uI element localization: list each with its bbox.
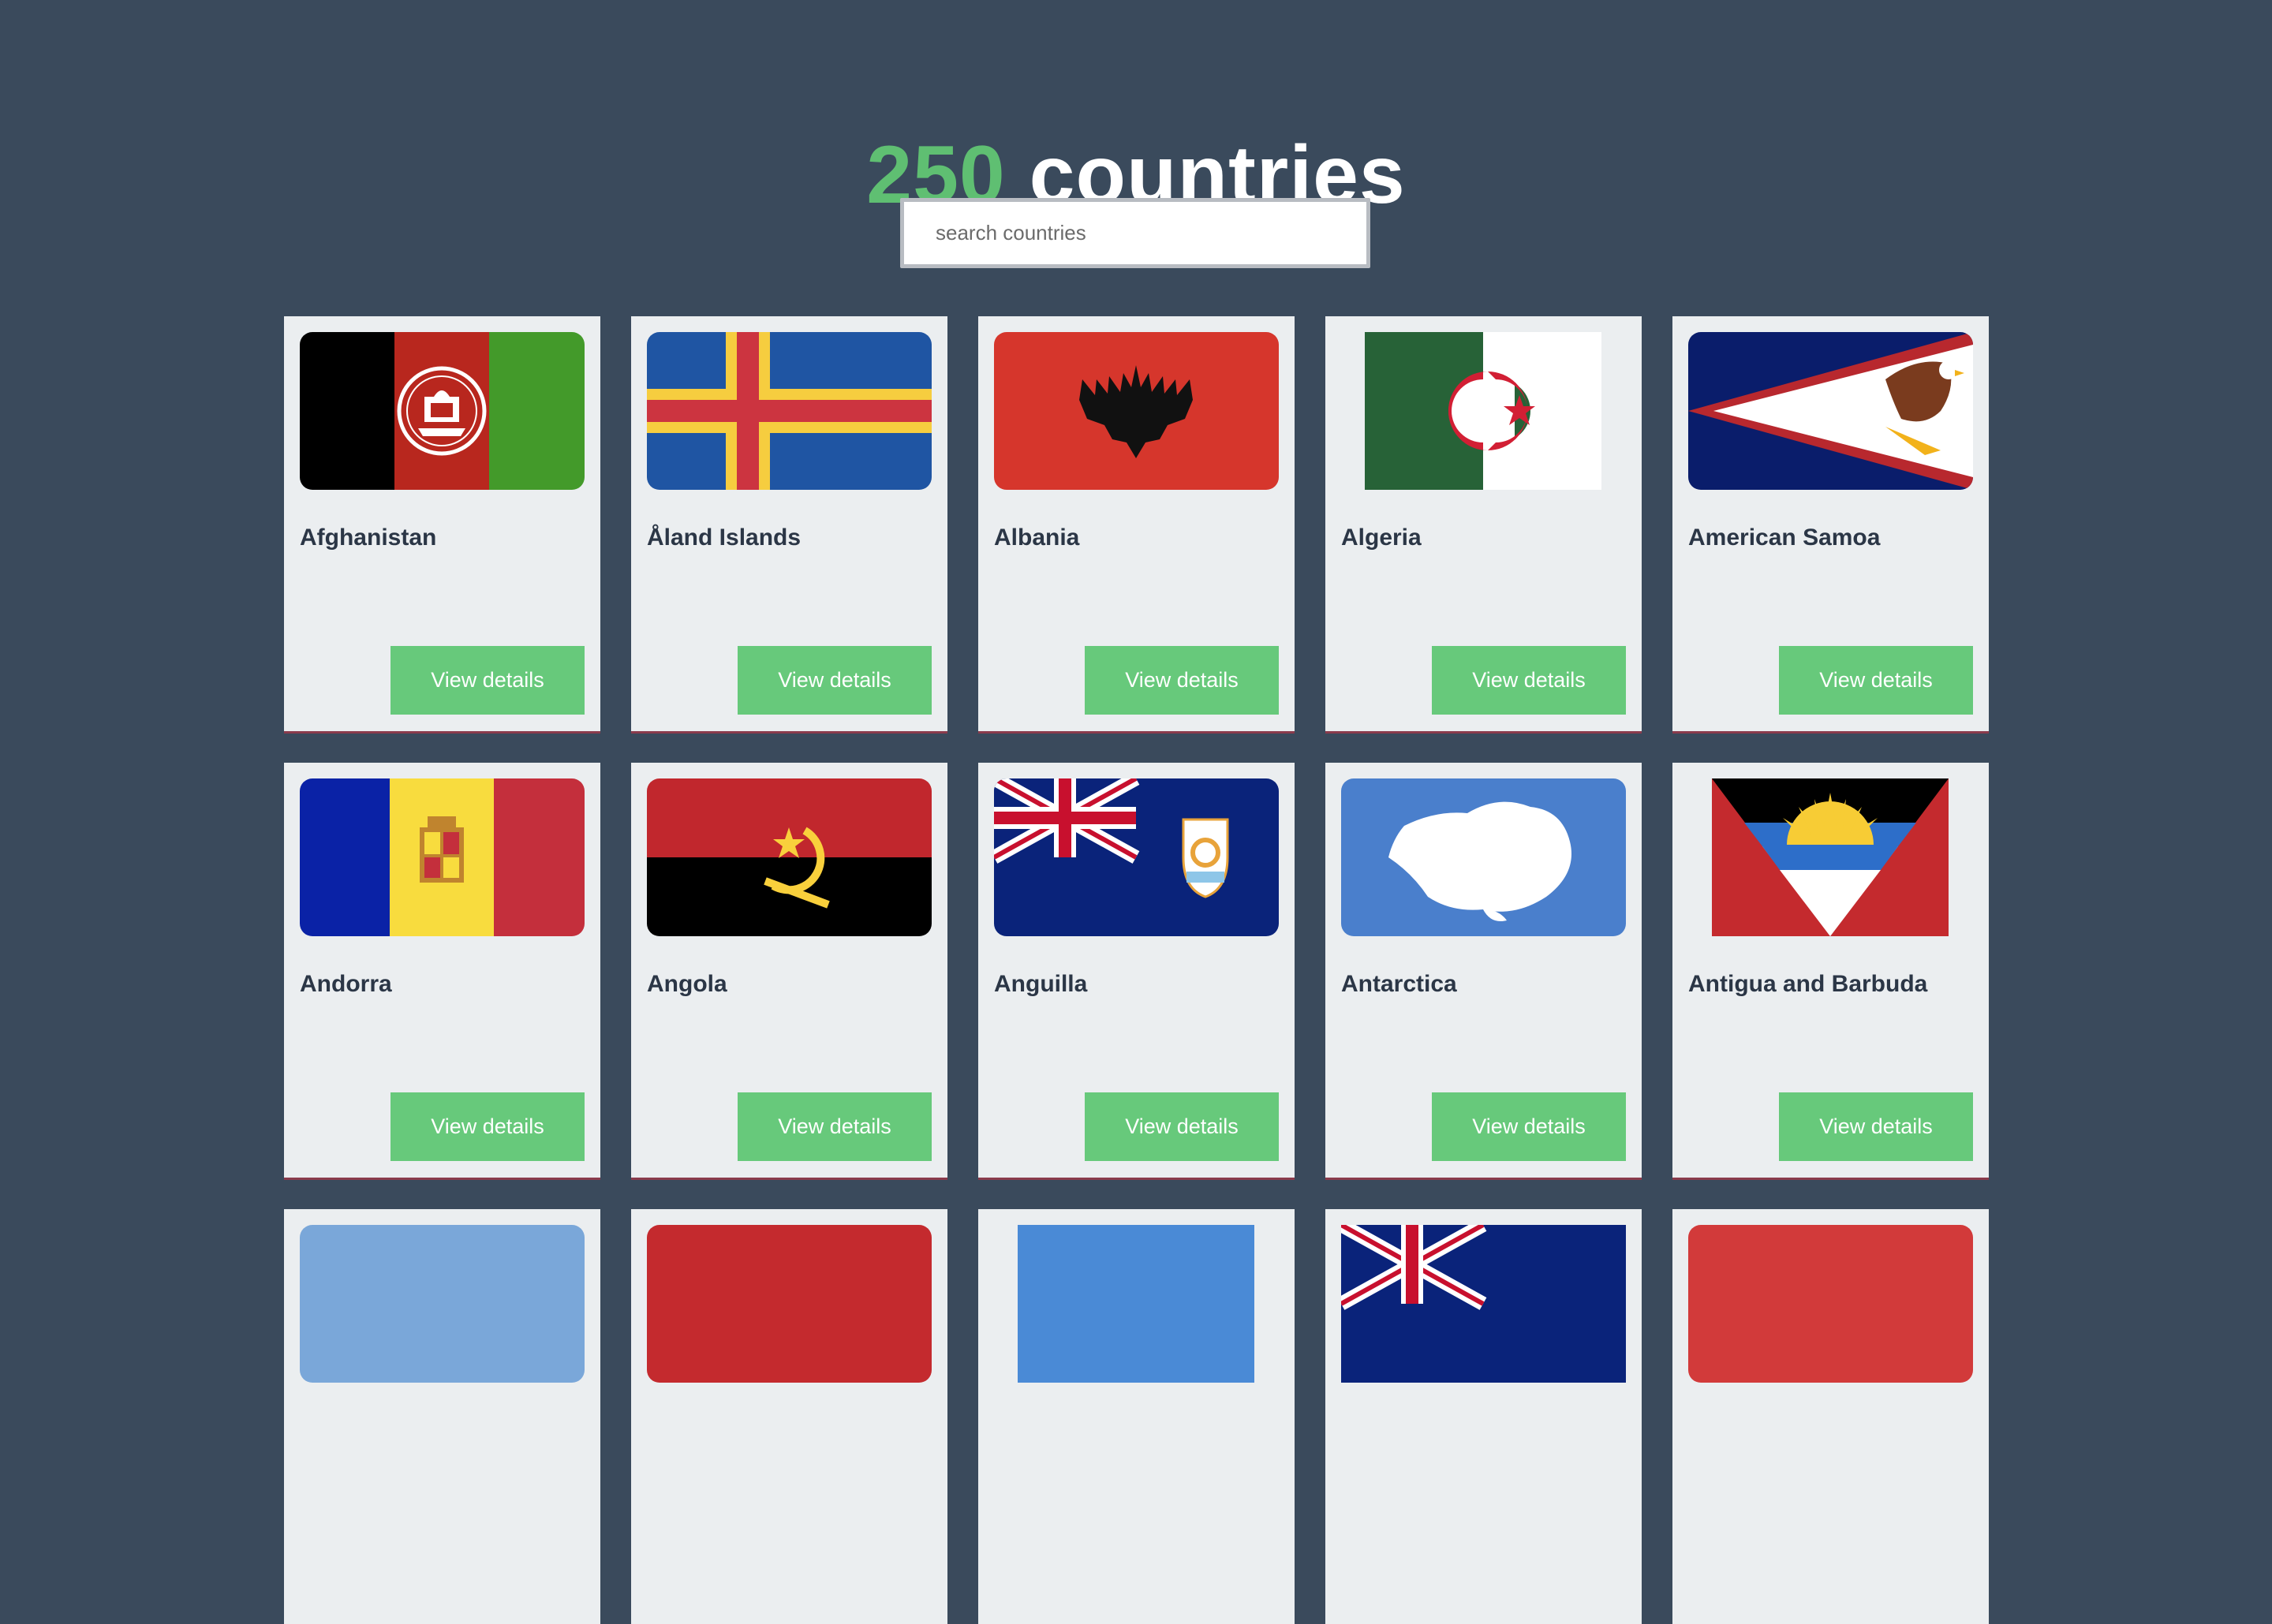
country-card: Algeria View details (1325, 316, 1642, 731)
american-samoa-flag (1688, 332, 1973, 490)
country-name: Algeria (1341, 525, 1422, 551)
view-details-button[interactable]: View details (1085, 1092, 1279, 1161)
country-card: Albania View details (978, 316, 1295, 731)
country-card (1672, 1209, 1989, 1624)
country-name: Afghanistan (300, 525, 437, 551)
antarctica-flag (1341, 778, 1626, 936)
view-details-button[interactable]: View details (1779, 646, 1973, 715)
view-details-button[interactable]: View details (1085, 646, 1279, 715)
country-card (1325, 1209, 1642, 1624)
view-details-button[interactable]: View details (738, 1092, 932, 1161)
country-name: Antigua and Barbuda (1688, 971, 1928, 997)
country-card (284, 1209, 600, 1624)
country-card: Andorra View details (284, 763, 600, 1178)
country-card: American Samoa View details (1672, 316, 1989, 731)
view-details-button[interactable]: View details (390, 1092, 585, 1161)
andorra-flag (300, 778, 585, 936)
country-card (631, 1209, 947, 1624)
country-card: Antigua and Barbuda View details (1672, 763, 1989, 1178)
view-details-button[interactable]: View details (390, 646, 585, 715)
flag-image (1018, 1225, 1254, 1383)
flag-image (1688, 1225, 1973, 1383)
search-box (900, 198, 1370, 268)
search-input[interactable] (904, 202, 1366, 264)
country-name: Åland Islands (647, 525, 802, 551)
anguilla-flag (994, 778, 1279, 936)
country-name: American Samoa (1688, 525, 1881, 551)
country-card: Afghanistan View details (284, 316, 600, 731)
angola-flag (647, 778, 932, 936)
flag-image (647, 1225, 932, 1383)
country-name: Antarctica (1341, 971, 1457, 997)
country-card (978, 1209, 1295, 1624)
country-name: Anguilla (994, 971, 1088, 997)
view-details-button[interactable]: View details (1779, 1092, 1973, 1161)
country-card: Antarctica View details (1325, 763, 1642, 1178)
country-name: Andorra (300, 971, 392, 997)
country-card: Anguilla View details (978, 763, 1295, 1178)
country-name: Angola (647, 971, 727, 997)
aland-islands-flag (647, 332, 932, 490)
view-details-button[interactable]: View details (1432, 646, 1626, 715)
antigua-and-barbuda-flag (1712, 778, 1949, 936)
afghanistan-flag (300, 332, 585, 490)
view-details-button[interactable]: View details (738, 646, 932, 715)
algeria-flag (1365, 332, 1601, 490)
country-name: Albania (994, 525, 1080, 551)
country-card: Åland Islands View details (631, 316, 947, 731)
albania-flag (994, 332, 1279, 490)
view-details-button[interactable]: View details (1432, 1092, 1626, 1161)
flag-image (1341, 1225, 1626, 1383)
flag-image (300, 1225, 585, 1383)
country-card: Angola View details (631, 763, 947, 1178)
